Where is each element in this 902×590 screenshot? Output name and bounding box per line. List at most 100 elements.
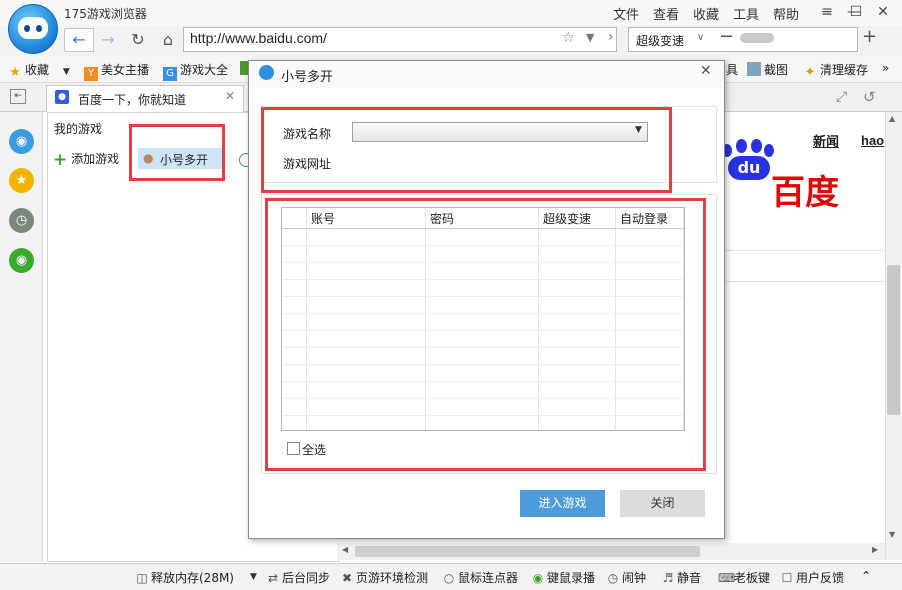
table-row[interactable] [282,381,684,399]
column-auto-login[interactable]: 自动登录 [615,208,684,229]
scroll-down-icon[interactable]: ▼ [889,530,895,539]
table-row[interactable] [282,415,684,430]
menu-file[interactable]: 文件 [613,4,639,23]
add-game-button[interactable]: + 添加游戏 [53,150,119,170]
wechat-icon[interactable]: ◉ [9,248,34,273]
speed-decrease-button[interactable]: − [719,26,734,47]
multi-open-button[interactable]: ● 小号多开 [138,148,222,169]
baidu-brand-text: 百度 [771,173,839,213]
news-link[interactable]: 新闻 [813,131,839,150]
highlight-box-game-info [261,107,672,193]
macro-recorder-button[interactable]: ◉ 键鼠录播 [531,569,595,586]
fullscreen-icon[interactable]: ⤢ [836,89,847,105]
boss-key-icon: ⌨ [718,571,736,585]
collapse-up-icon[interactable]: ⌃ [861,569,871,583]
favorites-menu[interactable]: ★ 收藏 ▼ [8,61,70,80]
table-row[interactable] [282,330,684,348]
record-icon: ◉ [532,571,544,585]
favorites-dropdown-icon: ▼ [62,67,70,77]
select-all-checkbox[interactable] [287,442,300,455]
alarm-button[interactable]: ◷ 闹钟 [606,569,646,586]
bookmarks-more-icon[interactable]: » [882,61,889,75]
status-dropdown-icon[interactable]: ▼ [250,572,257,582]
back-arrow-icon[interactable]: ← [64,28,94,52]
browser-logo-icon [8,4,58,54]
column-password[interactable]: 密码 [425,208,539,229]
account-table[interactable]: 账号 密码 超级变速 自动登录 [281,207,685,431]
app-title: 175游戏浏览器 [64,7,147,21]
menu-tools[interactable]: 工具 [733,4,759,23]
multi-open-dialog: 小号多开 ✕ 游戏名称 ▼ 游戏网址 账号 密码 超级变速 自动登录 全选 进入… [248,60,725,539]
mute-button[interactable]: ♬ 静音 [661,569,701,586]
mouse-icon: ○ [443,571,455,585]
column-speed[interactable]: 超级变速 [538,208,616,229]
broom-icon: ✦ [804,65,816,80]
table-row[interactable] [282,262,684,280]
free-memory-button[interactable]: ◫ 释放内存(28M) [135,569,234,586]
vertical-scroll-thumb[interactable] [887,265,900,415]
speed-increase-button[interactable]: + [862,26,877,47]
dialog-app-icon [259,65,274,80]
gamepad-icon[interactable]: ◉ [9,129,34,154]
horizontal-scroll-thumb[interactable] [355,546,700,557]
select-arrow-icon: ▼ [635,125,642,135]
dialog-close-icon[interactable]: ✕ [700,63,712,79]
url-text[interactable]: http://www.baidu.com/ [190,30,327,46]
baidu-paw-icon: ● [55,90,69,104]
tab-close-icon[interactable]: ✕ [225,89,235,103]
menu-favorites[interactable]: 收藏 [693,4,719,23]
speed-dropdown-icon[interactable]: ∨ [697,32,704,43]
hao-link[interactable]: hao [861,133,884,148]
dropdown-icon[interactable]: ▼ [586,31,594,44]
auto-clicker-button[interactable]: ○ 鼠标连点器 [442,569,518,586]
table-row[interactable] [282,398,684,416]
game-name-select[interactable] [352,122,648,142]
refresh-icon[interactable]: ↻ [124,28,152,52]
table-row[interactable] [282,279,684,297]
star-icon[interactable]: ☆ [562,30,575,46]
speaker-icon: ♬ [662,571,674,585]
scroll-up-icon[interactable]: ▲ [889,114,895,123]
sidebar-toggle-icon[interactable]: ⇤ [10,89,26,104]
y-logo-icon: Y [84,67,98,81]
table-row[interactable] [282,347,684,365]
history-clock-icon[interactable]: ◷ [9,208,34,233]
star-favorites-icon[interactable]: ★ [9,168,34,193]
game-url-label: 游戏网址 [283,157,332,171]
close-window-button[interactable]: ✕ [872,2,894,22]
maximize-button[interactable]: ☐ [845,2,867,22]
go-arrow-icon[interactable]: › [608,29,614,45]
alarm-icon: ◷ [607,571,619,585]
g-logo-icon: G [163,67,177,81]
menu-help[interactable]: 帮助 [773,4,799,23]
bookmark-tools[interactable]: 具 [726,61,738,78]
my-games-heading: 我的游戏 [54,122,103,136]
plus-icon: + [53,150,68,170]
restore-icon[interactable]: ↺ [863,88,876,106]
scroll-left-icon[interactable]: ◀ [342,545,348,554]
bookmark-game-encyclopedia[interactable]: G 游戏大全 [163,61,228,81]
feedback-button[interactable]: ☐ 用户反馈 [780,569,844,586]
skin-menu-icon[interactable]: ≡ [816,2,838,22]
close-dialog-button[interactable]: 关闭 [620,490,705,517]
boss-key-button[interactable]: ⌨老板键 [718,569,770,586]
favorites-star-icon: ★ [9,65,21,80]
bookmark-beauty-stream[interactable]: Y 美女主播 [84,61,149,81]
table-row[interactable] [282,245,684,263]
select-all-label: 全选 [302,443,327,457]
env-check-button[interactable]: ✖ 页游环境检测 [340,569,428,586]
column-account[interactable]: 账号 [306,208,426,229]
forward-arrow-icon[interactable]: → [94,28,122,52]
dialog-title: 小号多开 [281,70,334,85]
table-row[interactable] [282,228,684,246]
table-row[interactable] [282,296,684,314]
screenshot-button[interactable]: 截图 [747,61,788,78]
table-row[interactable] [282,313,684,331]
scroll-right-icon[interactable]: ▶ [872,545,878,554]
background-sync-button[interactable]: ⇄ 后台同步 [266,569,330,586]
clear-cache-button[interactable]: ✦ 清理缓存 [803,61,868,80]
table-row[interactable] [282,364,684,382]
menu-view[interactable]: 查看 [653,4,679,23]
enter-game-button[interactable]: 进入游戏 [520,490,605,517]
home-icon[interactable]: ⌂ [154,28,182,52]
